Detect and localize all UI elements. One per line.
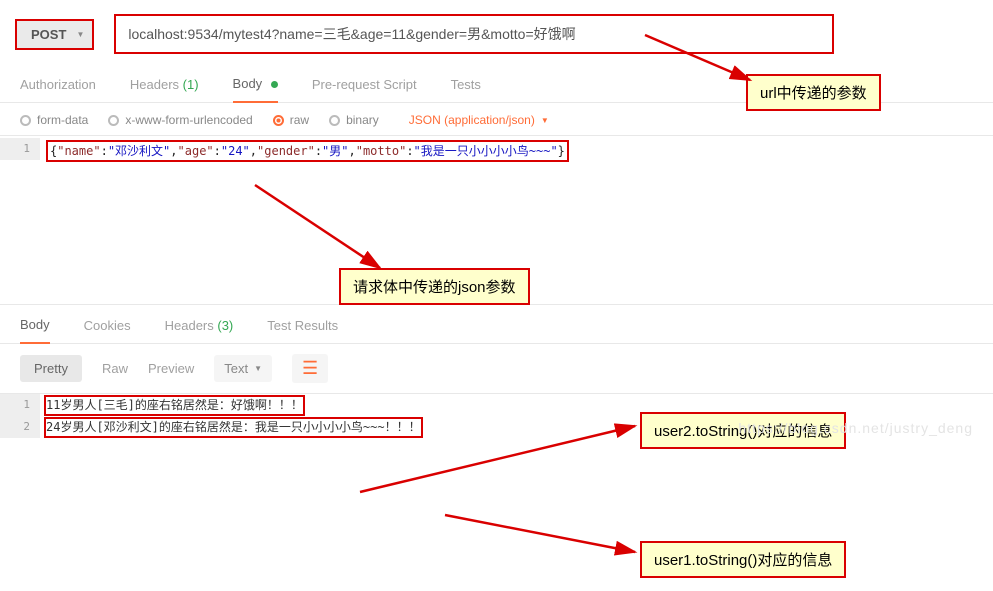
radio-icon — [329, 115, 340, 126]
line-number: 2 — [0, 416, 40, 438]
res-tab-cookies[interactable]: Cookies — [84, 312, 131, 343]
radio-icon — [273, 115, 284, 126]
annotation-url-params: url中传递的参数 — [746, 74, 881, 111]
radio-binary[interactable]: binary — [329, 113, 379, 127]
tab-body[interactable]: Body — [233, 70, 278, 103]
dot-icon — [271, 81, 278, 88]
radio-urlencoded[interactable]: x-www-form-urlencoded — [108, 113, 252, 127]
url-input[interactable]: localhost:9534/mytest4?name=三毛&age=11&ge… — [114, 14, 834, 54]
request-body-editor[interactable]: 1 {"name":"邓沙利文","age":"24","gender":"男"… — [0, 136, 993, 164]
content-type-dropdown[interactable]: JSON (application/json) — [409, 113, 549, 127]
res-tab-headers[interactable]: Headers (3) — [165, 312, 234, 343]
line-number: 1 — [0, 394, 40, 416]
view-pretty-button[interactable]: Pretty — [20, 355, 82, 382]
http-method-dropdown[interactable]: POST — [15, 19, 94, 50]
radio-raw[interactable]: raw — [273, 113, 309, 127]
tab-pre-request[interactable]: Pre-request Script — [312, 71, 417, 102]
radio-icon — [20, 115, 31, 126]
response-line-1: 11岁男人[三毛]的座右铭居然是：好饿啊！！！ — [44, 395, 305, 416]
method-value: POST — [31, 27, 66, 42]
line-number: 1 — [0, 138, 40, 160]
radio-form-data[interactable]: form-data — [20, 113, 88, 127]
wrap-lines-icon[interactable]: ☰ — [292, 354, 328, 383]
response-view-row: Pretty Raw Preview Text ☰ — [0, 344, 993, 394]
url-text: localhost:9534/mytest4?name=三毛&age=11&ge… — [128, 26, 575, 42]
response-tabs: Body Cookies Headers (3) Test Results — [0, 305, 993, 344]
watermark: https://blog.csdn.net/justry_deng — [738, 420, 973, 436]
tab-headers[interactable]: Headers (1) — [130, 71, 199, 102]
view-raw-button[interactable]: Raw — [102, 361, 128, 376]
response-format-dropdown[interactable]: Text — [214, 355, 272, 382]
annotation-user1: user1.toString()对应的信息 — [640, 541, 846, 578]
view-preview-button[interactable]: Preview — [148, 361, 194, 376]
tab-authorization[interactable]: Authorization — [20, 71, 96, 102]
tab-tests[interactable]: Tests — [451, 71, 481, 102]
response-line-2: 24岁男人[邓沙利文]的座右铭居然是：我是一只小小小小鸟~~~！！！ — [44, 417, 423, 438]
annotation-json-params: 请求体中传递的json参数 — [339, 268, 530, 305]
json-body: {"name":"邓沙利文","age":"24","gender":"男","… — [46, 140, 569, 162]
res-tab-test-results[interactable]: Test Results — [267, 312, 338, 343]
res-tab-body[interactable]: Body — [20, 311, 50, 344]
radio-icon — [108, 115, 119, 126]
